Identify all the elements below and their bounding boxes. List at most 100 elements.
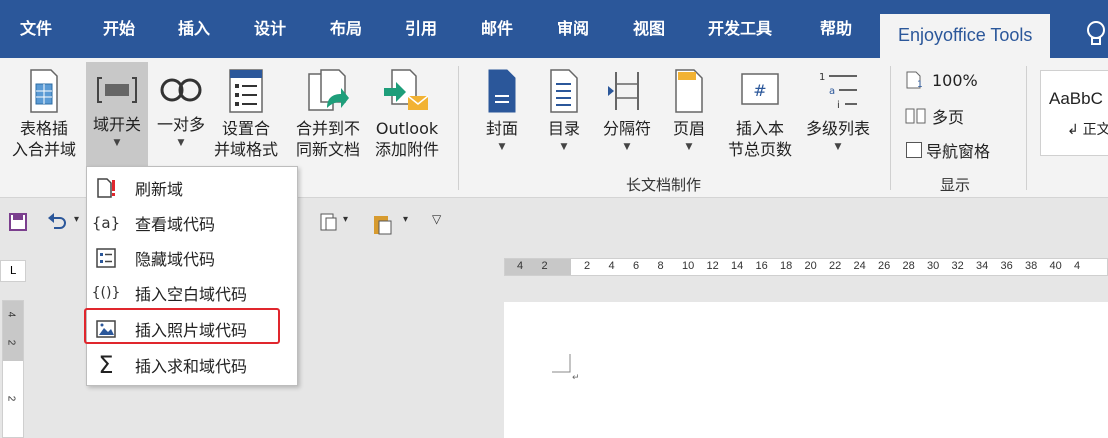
ruler-tick: 26 [878,260,891,272]
svg-text:#: # [753,81,766,100]
menu-item-blank-field[interactable]: {()} 插入空白域代码 [87,275,297,310]
vruler-tick: 4 [5,311,17,318]
ruler-tick: 22 [829,260,842,272]
menu-item-label: 插入求和域代码 [135,356,248,376]
one-to-many-button[interactable]: 一对多 ▼ [152,70,210,149]
ruler-tick: 6 [633,260,640,272]
view-code-icon: {a} [91,213,121,232]
ruler-tick: 24 [853,260,866,272]
merge-new-doc-icon [308,69,349,111]
svg-text:1: 1 [917,80,923,90]
ruler-tick: 4 [608,260,615,272]
lightbulb-icon[interactable] [1086,20,1108,48]
ruler-tick: 4 [1074,260,1081,272]
customize-qat-icon[interactable]: ▽ [432,212,441,226]
tab-view[interactable]: 视图 [633,18,665,58]
tab-home[interactable]: 开始 [103,18,135,58]
cover-label: 封面 [485,119,518,138]
svg-text:↵: ↵ [572,373,580,382]
one-to-many-icon [160,78,202,102]
tab-developer[interactable]: 开发工具 [708,18,772,58]
chevron-down-icon: ▼ [623,142,631,152]
menu-item-label: 隐藏域代码 [135,249,216,269]
chevron-down-icon: ▼ [177,138,185,148]
layout-dropdown-icon[interactable]: ▾ [343,214,348,225]
cover-button[interactable]: 封面 ▼ [476,68,528,153]
merge-new-doc-label-2: 同新文档 [295,140,360,159]
paste-icon[interactable] [372,212,394,236]
page-layout-icon[interactable] [318,212,340,232]
undo-dropdown-icon[interactable]: ▾ [74,214,79,225]
tab-design[interactable]: 设计 [254,18,286,58]
group-label-long-doc: 长文档制作 [626,176,702,194]
style-gallery-normal[interactable]: AaBbC ↲ 正文 [1040,70,1108,156]
ruler-tick: 34 [976,260,989,272]
menu-item-hide-code[interactable]: 隐藏域代码 [87,240,297,275]
ruler-margin [505,259,571,275]
undo-icon[interactable] [46,212,68,232]
document-page[interactable]: ↵ [504,302,1108,438]
merge-new-doc-button[interactable]: 合并到不 同新文档 [290,68,366,160]
group-separator [458,66,459,190]
outlook-attach-label-2: 添加附件 [374,140,439,159]
style-preview-text: AaBbC [1049,89,1103,108]
merge-format-label-2: 并域格式 [213,140,278,159]
toc-button[interactable]: 目录 ▼ [538,68,590,153]
checkbox-icon[interactable] [906,142,922,158]
chevron-down-icon: ▼ [560,142,568,152]
svg-text:i: i [837,100,840,111]
ruler-tick: 28 [902,260,915,272]
tab-layout[interactable]: 布局 [330,18,362,58]
chevron-down-icon: ▼ [834,142,842,152]
menu-item-refresh-field[interactable]: 刷新域 [87,170,297,205]
ruler-tick: 18 [780,260,793,272]
blank-field-icon: {()} [91,284,121,301]
ruler-tick: 12 [706,260,719,272]
merge-format-button[interactable]: 设置合 并域格式 [210,68,282,160]
ruler-tick: 2 [584,260,591,272]
ruler-tick: 20 [804,260,817,272]
header-label: 页眉 [672,119,705,138]
separator-button[interactable]: 分隔符 ▼ [598,68,656,153]
outlook-attach-button[interactable]: Outlook 添加附件 [368,68,446,160]
multilevel-list-button[interactable]: 1 a i 多级列表 ▼ [800,68,876,153]
tab-insert[interactable]: 插入 [178,18,210,58]
section-pages-button[interactable]: # 插入本 节总页数 [722,68,798,160]
save-icon[interactable] [8,212,28,232]
tab-help[interactable]: 帮助 [820,18,852,58]
group-separator [1026,66,1027,190]
header-button[interactable]: 页眉 ▼ [664,68,714,153]
one-to-many-label: 一对多 [156,115,205,134]
paste-dropdown-icon[interactable]: ▾ [403,214,408,225]
zoom-100-label: 100% [932,70,978,90]
toc-icon [550,69,578,113]
margin-corner-mark: ↵ [552,354,580,382]
tab-references[interactable]: 引用 [405,18,437,58]
separator-label: 分隔符 [602,119,651,138]
vruler-tick: 2 [5,339,17,346]
horizontal-ruler[interactable]: 4 2 2 4 6 8 10 12 14 16 18 20 22 24 26 28 30 32 34 36 38 40 4 [504,258,1108,276]
table-merge-button[interactable]: 表格插 入合并域 [10,68,78,160]
multilevel-list-label: 多级列表 [805,119,870,138]
chevron-down-icon: ▼ [498,142,506,152]
tab-file[interactable]: 文件 [20,18,52,58]
tab-selector[interactable]: L [0,260,26,282]
tab-review[interactable]: 审阅 [557,18,589,58]
vruler-margin [3,301,23,361]
header-icon [675,69,703,113]
highlight-box [84,308,280,344]
zoom-100-button[interactable]: 1 100% [904,70,978,90]
field-toggle-button[interactable]: 域开关 ▼ [86,62,148,166]
svg-text:a: a [829,86,835,97]
tab-enjoyoffice-tools[interactable]: Enjoyoffice Tools [880,14,1051,60]
menu-item-view-code[interactable]: {a} 查看域代码 [87,205,297,240]
section-pages-label-1: 插入本 [735,119,784,138]
tab-mailings[interactable]: 邮件 [481,18,513,58]
multipage-button[interactable]: 多页 [904,104,964,128]
multipage-icon [905,108,926,124]
menu-item-sum-field[interactable]: Σ 插入求和域代码 [87,347,297,382]
ruler-tick: 10 [682,260,695,272]
menu-item-label: 插入空白域代码 [135,284,248,304]
vertical-ruler[interactable]: 4 2 2 [2,300,24,438]
nav-pane-checkbox[interactable]: 导航窗格 [906,138,990,162]
